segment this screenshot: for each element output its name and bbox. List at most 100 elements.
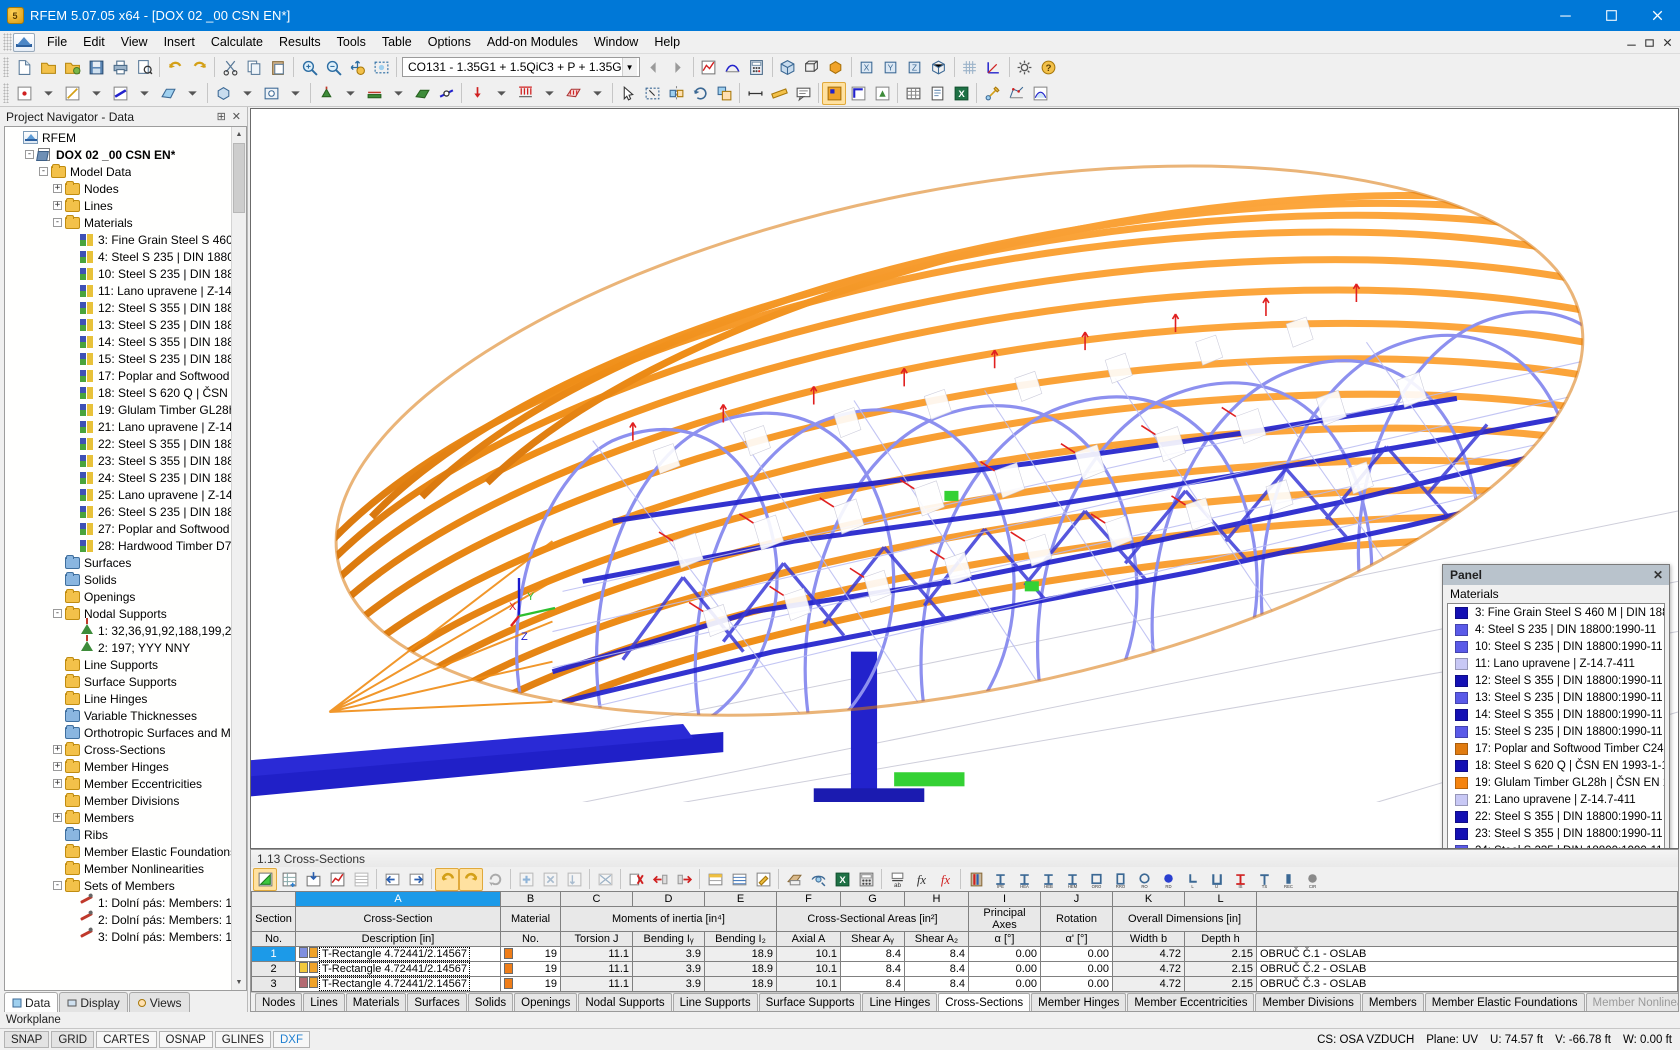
cell-width-b[interactable]: 4.72 (1113, 947, 1185, 962)
cell-axial-a[interactable]: 10.1 (777, 947, 841, 962)
table-import-button[interactable] (301, 868, 325, 891)
cell-comment[interactable]: OBRUČ Č.1 - OSLAB (1257, 947, 1678, 962)
col-letter-m[interactable] (1257, 892, 1678, 907)
annotation-button[interactable] (791, 82, 815, 105)
table-edit-button[interactable] (253, 868, 277, 891)
table-delete-right-button[interactable] (672, 868, 696, 891)
tree-node[interactable]: 2: Dolní pás: Members: 102 (5, 911, 231, 928)
table-tab-members[interactable]: Members (1362, 993, 1424, 1011)
cell-section-no[interactable]: 3 (252, 977, 296, 992)
table-tab-surfaces[interactable]: Surfaces (407, 993, 466, 1011)
section-u-button[interactable]: U (1204, 868, 1228, 891)
new-file-button[interactable] (12, 56, 36, 79)
tree-expander[interactable]: - (51, 216, 64, 229)
material-legend-item[interactable]: 12: Steel S 355 | DIN 18800:1990-11 (1448, 672, 1664, 689)
model-viewport[interactable]: Z Y X Panel ✕ Materials 3: Fine Grain St… (250, 108, 1679, 849)
display-cross-sections-button[interactable] (846, 82, 870, 105)
cell-shear-ay[interactable]: 8.4 (841, 962, 905, 977)
tree-expander[interactable]: - (23, 148, 36, 161)
tree-node[interactable]: 17: Poplar and Softwood Ti (5, 367, 231, 384)
zoom-out-button[interactable] (321, 56, 345, 79)
new-line-load-button[interactable] (513, 82, 537, 105)
new-opening-dropdown[interactable] (283, 82, 307, 105)
tree-node[interactable]: Member Nonlinearities (5, 860, 231, 877)
cell-alpha-rotation[interactable]: 0.00 (1041, 977, 1113, 992)
rotate-button[interactable] (688, 82, 712, 105)
table-header-format-button[interactable] (703, 868, 727, 891)
cell-alpha[interactable]: 0.00 (969, 962, 1041, 977)
table-calculator-button[interactable] (854, 868, 878, 891)
table-tab-member-hinges[interactable]: Member Hinges (1031, 993, 1126, 1011)
table-tab-nodes[interactable]: Nodes (255, 993, 302, 1011)
cell-shear-az[interactable]: 8.4 (905, 947, 969, 962)
menu-options[interactable]: Options (420, 32, 479, 52)
menu-grip-handle[interactable] (3, 33, 12, 51)
load-case-combobox[interactable]: CO131 - 1.35G1 + 1.5QiC3 + P + 1.35G ▼ (402, 57, 640, 77)
materials-panel[interactable]: Panel ✕ Materials 3: Fine Grain Steel S … (1442, 564, 1670, 849)
status-toggle-grid[interactable]: GRID (51, 1031, 94, 1048)
tree-node[interactable]: +Member Eccentricities (5, 775, 231, 792)
measure-button[interactable] (767, 82, 791, 105)
menu-results[interactable]: Results (271, 32, 329, 52)
tree-node[interactable]: Surfaces (5, 554, 231, 571)
cell-depth-h[interactable]: 2.15 (1185, 947, 1257, 962)
col-letter-d[interactable]: D (633, 892, 705, 907)
cell-width-b[interactable]: 4.72 (1113, 962, 1185, 977)
table-tab-member-elastic-foundations[interactable]: Member Elastic Foundations (1425, 993, 1585, 1011)
render-model-button[interactable] (776, 56, 800, 79)
table-bottom-tabs[interactable]: NodesLinesMaterialsSurfacesSolidsOpening… (251, 992, 1678, 1011)
new-solid-dropdown[interactable] (235, 82, 259, 105)
new-surface-dropdown[interactable] (180, 82, 204, 105)
tree-node[interactable]: -Materials (5, 214, 231, 231)
mdi-restore-button[interactable] (1641, 34, 1658, 51)
cell-comment[interactable]: OBRUČ Č.2 - OSLAB (1257, 962, 1678, 977)
tree-node[interactable]: Line Supports (5, 656, 231, 673)
new-line-dropdown[interactable] (84, 82, 108, 105)
tree-node[interactable]: +Nodes (5, 180, 231, 197)
chevron-down-icon[interactable]: ▼ (622, 58, 637, 76)
cell-shear-az[interactable]: 8.4 (905, 962, 969, 977)
section-rd-button[interactable]: RD (1156, 868, 1180, 891)
menu-insert[interactable]: Insert (156, 32, 203, 52)
cell-material[interactable]: 19 (501, 977, 561, 992)
help-button[interactable]: ? (1037, 56, 1061, 79)
table-tab-materials[interactable]: Materials (346, 993, 407, 1011)
table-undo-button[interactable] (435, 868, 459, 891)
cell-shear-az[interactable]: 8.4 (905, 977, 969, 992)
col-letter-h[interactable]: H (905, 892, 969, 907)
new-line-support-dropdown[interactable] (386, 82, 410, 105)
new-surface-button[interactable] (156, 82, 180, 105)
tree-expander[interactable]: + (51, 760, 64, 773)
tree-expander[interactable]: - (37, 165, 50, 178)
tree-expander[interactable]: - (51, 879, 64, 892)
col-letter-a[interactable]: A (296, 892, 501, 907)
copy-button[interactable] (242, 56, 266, 79)
maximize-button[interactable] (1588, 0, 1634, 31)
tree-node[interactable]: -Nodal Supports (5, 605, 231, 622)
cell-bending-iz[interactable]: 18.9 (705, 947, 777, 962)
material-legend-item[interactable]: 17: Poplar and Softwood Timber C24 | ČSN (1448, 740, 1664, 757)
solid-model-button[interactable] (824, 56, 848, 79)
material-legend-item[interactable]: 23: Steel S 355 | DIN 18800:1990-11 (1448, 825, 1664, 842)
cell-axial-a[interactable]: 10.1 (777, 962, 841, 977)
table-refresh-button[interactable] (483, 868, 507, 891)
navigator-scrollbar[interactable]: ▲ ▼ (231, 127, 246, 990)
cell-description[interactable]: T-Rectangle 4.72441/2.14567 (296, 977, 501, 992)
report-button[interactable] (925, 82, 949, 105)
table-tab-member-divisions[interactable]: Member Divisions (1255, 993, 1360, 1011)
tree-node[interactable]: Orthotropic Surfaces and Mem (5, 724, 231, 741)
tree-node[interactable]: Surface Supports (5, 673, 231, 690)
tree-node[interactable]: Member Divisions (5, 792, 231, 809)
section-ipe-button[interactable]: IPE (988, 868, 1012, 891)
table-next-button[interactable] (404, 868, 428, 891)
cell-bending-iz[interactable]: 18.9 (705, 962, 777, 977)
coordinate-system-button[interactable] (982, 56, 1006, 79)
cell-material[interactable]: 19 (501, 947, 561, 962)
new-nodal-load-dropdown[interactable] (489, 82, 513, 105)
cell-section-no[interactable]: 1 (252, 947, 296, 962)
table-chart-button[interactable] (325, 868, 349, 891)
col-letter-j[interactable]: J (1041, 892, 1113, 907)
load-wizard-button[interactable] (980, 82, 1004, 105)
settings-button[interactable] (1013, 56, 1037, 79)
section-ts-button[interactable]: TS (1252, 868, 1276, 891)
